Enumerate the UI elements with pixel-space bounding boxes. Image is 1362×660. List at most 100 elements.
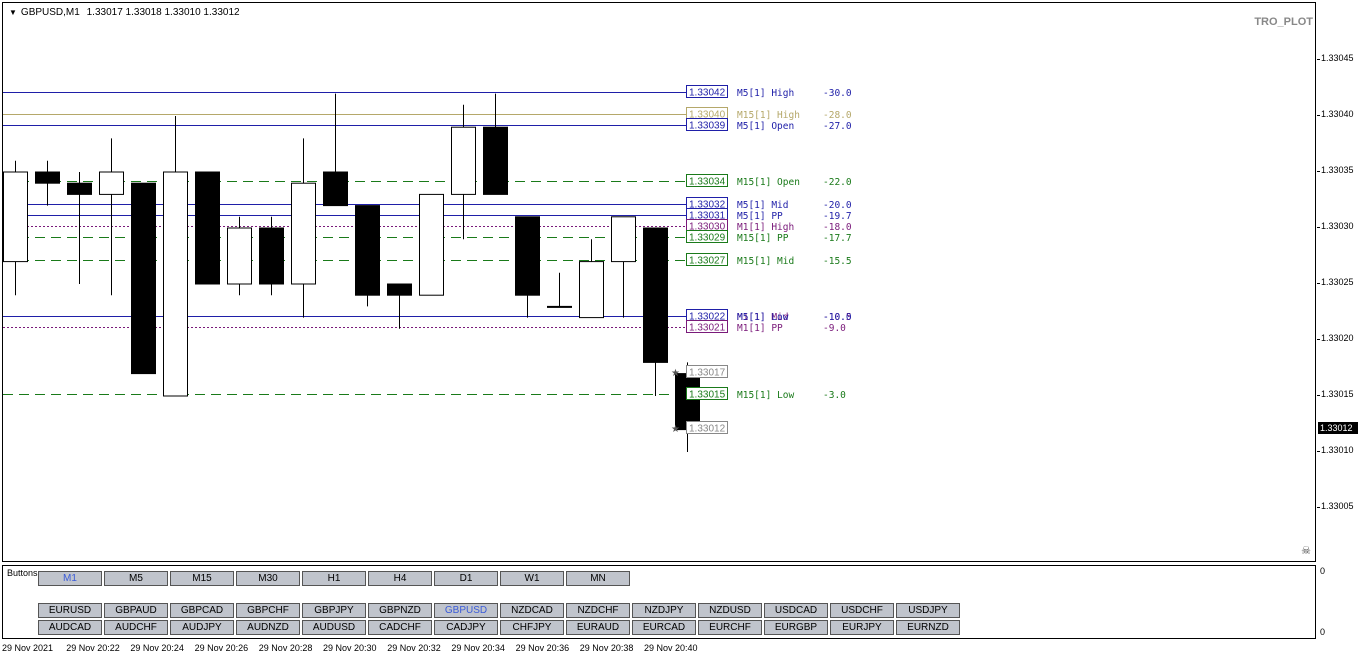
pair-button-usdcad[interactable]: USDCAD bbox=[764, 603, 828, 618]
level-name-label: M15[1] PP bbox=[737, 233, 789, 244]
level-name-label: M15[1] Mid bbox=[737, 256, 794, 267]
skull-icon: ☠ bbox=[1301, 545, 1311, 557]
level-distance-label: -10.0 bbox=[823, 312, 852, 323]
pair-button-cadjpy[interactable]: CADJPY bbox=[434, 620, 498, 635]
level-distance-label: -28.0 bbox=[823, 110, 852, 121]
pair-button-nzdusd[interactable]: NZDUSD bbox=[698, 603, 762, 618]
level-name-label: M15[1] High bbox=[737, 110, 800, 121]
time-tick-label: 29 Nov 20:22 bbox=[66, 643, 120, 653]
price-tick-label: 1.33030 bbox=[1317, 221, 1354, 231]
pair-button-audusd[interactable]: AUDUSD bbox=[302, 620, 366, 635]
bull-candle bbox=[547, 305, 572, 308]
pair-button-audcad[interactable]: AUDCAD bbox=[38, 620, 102, 635]
level-distance-label: -9.0 bbox=[823, 323, 846, 334]
level-name-label: M5[1] Low bbox=[737, 312, 789, 323]
bull-candle bbox=[291, 182, 316, 285]
price-tick-label: 1.33025 bbox=[1317, 277, 1354, 287]
time-tick-label: 29 Nov 20:36 bbox=[515, 643, 570, 653]
pair-button-audjpy[interactable]: AUDJPY bbox=[170, 620, 234, 635]
timeframe-button-h1[interactable]: H1 bbox=[302, 571, 366, 586]
pair-button-gbpusd[interactable]: GBPUSD bbox=[434, 603, 498, 618]
pair-button-gbpaud[interactable]: GBPAUD bbox=[104, 603, 168, 618]
price-marker-icon: ★ bbox=[671, 424, 680, 435]
level-name-label: M5[1] High bbox=[737, 88, 794, 99]
price-axis[interactable]: 1.33045 1.33040 1.33035 1.33030 1.33025 1.330… bbox=[1317, 0, 1362, 640]
level-distance-label: -20.0 bbox=[823, 200, 852, 211]
level-distance-label: -3.0 bbox=[823, 390, 846, 401]
pair-button-eurcad[interactable]: EURCAD bbox=[632, 620, 696, 635]
bear-candle bbox=[515, 216, 540, 296]
timeframe-button-w1[interactable]: W1 bbox=[500, 571, 564, 586]
pair-button-eurusd[interactable]: EURUSD bbox=[38, 603, 102, 618]
level-name-label: M15[1] Low bbox=[737, 390, 794, 401]
level-price-label: 1.33015 bbox=[689, 390, 726, 401]
pair-button-audchf[interactable]: AUDCHF bbox=[104, 620, 168, 635]
level-distance-label: -15.5 bbox=[823, 256, 852, 267]
bear-candle bbox=[67, 182, 92, 195]
timeframe-button-m15[interactable]: M15 bbox=[170, 571, 234, 586]
level-distance-label: -18.0 bbox=[823, 222, 852, 233]
timeframe-button-d1[interactable]: D1 bbox=[434, 571, 498, 586]
level-name-label: M5[1] Open bbox=[737, 121, 794, 132]
timeframe-button-mn[interactable]: MN bbox=[566, 571, 630, 586]
timeframe-button-h4[interactable]: H4 bbox=[368, 571, 432, 586]
bear-candle bbox=[131, 182, 156, 375]
level-name-label: M5[1] Mid bbox=[737, 200, 788, 211]
pair-button-euraud[interactable]: EURAUD bbox=[566, 620, 630, 635]
time-axis[interactable]: 29 Nov 2021 29 Nov 20:22 29 Nov 20:24 29 No… bbox=[0, 641, 1362, 660]
level-distance-label: -22.0 bbox=[823, 177, 852, 188]
level-price-label: 1.33042 bbox=[689, 88, 726, 99]
pair-button-gbpcad[interactable]: GBPCAD bbox=[170, 603, 234, 618]
pair-button-gbpnzd[interactable]: GBPNZD bbox=[368, 603, 432, 618]
bear-candle bbox=[259, 227, 284, 285]
bull-candle bbox=[579, 261, 604, 319]
bear-candle bbox=[483, 126, 508, 195]
pair-button-eurjpy[interactable]: EURJPY bbox=[830, 620, 894, 635]
timeframe-button-m1[interactable]: M1 bbox=[38, 571, 102, 586]
pair-button-cadchf[interactable]: CADCHF bbox=[368, 620, 432, 635]
pair-button-usdjpy[interactable]: USDJPY bbox=[896, 603, 960, 618]
price-tick-label: 1.33015 bbox=[1317, 389, 1354, 399]
time-tick-label: 29 Nov 20:30 bbox=[323, 643, 377, 653]
pair-button-nzdcad[interactable]: NZDCAD bbox=[500, 603, 564, 618]
time-tick-label: 29 Nov 20:28 bbox=[258, 643, 313, 653]
level-price-label: 1.33017 bbox=[689, 368, 726, 379]
bull-candle bbox=[163, 171, 188, 397]
pair-button-audnzd[interactable]: AUDNZD bbox=[236, 620, 300, 635]
pair-button-eurgbp[interactable]: EURGBP bbox=[764, 620, 828, 635]
pair-button-gbpchf[interactable]: GBPCHF bbox=[236, 603, 300, 618]
level-distance-label: -17.7 bbox=[823, 233, 852, 244]
level-name-label: M5[1] PP bbox=[737, 211, 783, 222]
bear-candle bbox=[323, 171, 348, 207]
panel-axis-top: 0 bbox=[1320, 566, 1326, 576]
bear-candle bbox=[195, 171, 220, 285]
level-distance-label: -30.0 bbox=[823, 88, 852, 99]
pair-button-gbpjpy[interactable]: GBPJPY bbox=[302, 603, 366, 618]
time-tick-label: 29 Nov 20:24 bbox=[130, 643, 184, 653]
chart-header: ▼ GBPUSD,M1 1.33017 1.33018 1.33010 1.330… bbox=[9, 7, 240, 18]
time-tick-label: 29 Nov 20:32 bbox=[387, 643, 441, 653]
bull-candle bbox=[99, 171, 124, 195]
pair-button-eurchf[interactable]: EURCHF bbox=[698, 620, 762, 635]
price-tick-label: 1.33005 bbox=[1317, 501, 1354, 511]
level-distance-label: -19.7 bbox=[823, 211, 852, 222]
pair-button-nzdjpy[interactable]: NZDJPY bbox=[632, 603, 696, 618]
pair-button-nzdchf[interactable]: NZDCHF bbox=[566, 603, 630, 618]
price-marker-icon: ★ bbox=[671, 368, 680, 379]
pair-button-chfjpy[interactable]: CHFJPY bbox=[500, 620, 564, 635]
dropdown-triangle-icon[interactable]: ▼ bbox=[9, 8, 17, 17]
price-tick-label: 1.33045 bbox=[1317, 53, 1354, 63]
open-value: 1.33017 bbox=[86, 7, 123, 18]
level-price-label: 1.33021 bbox=[689, 323, 726, 334]
bull-candle bbox=[3, 171, 28, 263]
pair-button-eurnzd[interactable]: EURNZD bbox=[896, 620, 960, 635]
timeframe-button-m5[interactable]: M5 bbox=[104, 571, 168, 586]
level-name-label: M15[1] Open bbox=[737, 177, 800, 188]
pair-button-usdchf[interactable]: USDCHF bbox=[830, 603, 894, 618]
close-value: 1.33012 bbox=[203, 7, 240, 18]
time-tick-label: 29 Nov 2021 bbox=[2, 643, 54, 653]
timeframe-button-m30[interactable]: M30 bbox=[236, 571, 300, 586]
price-chart[interactable]: 1.33042 M5[1] High -30.01.33040 M15[1] High… bbox=[3, 3, 1315, 561]
bull-candle bbox=[419, 193, 444, 296]
chart-area[interactable]: 1.33042 M5[1] High -30.0 1.33040 M15[1] High… bbox=[2, 2, 1316, 562]
